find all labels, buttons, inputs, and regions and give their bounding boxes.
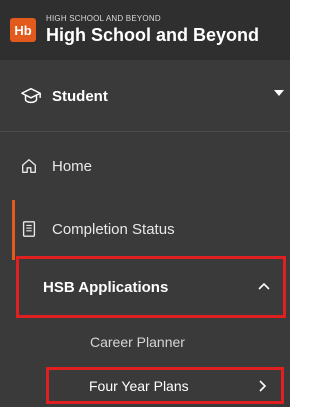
nav-item-completion-status[interactable]: Completion Status [0,205,290,253]
nav-label-career-planner: Career Planner [90,334,185,350]
role-label: Student [52,87,108,105]
home-icon [22,159,36,173]
sidebar: Hb HIGH SCHOOL AND BEYOND High School an… [0,0,290,407]
nav-label-home: Home [52,157,93,175]
app-header: Hb HIGH SCHOOL AND BEYOND High School an… [0,0,290,60]
nav-label-hsb-applications: HSB Applications [43,278,169,296]
chevron-up-icon [258,282,270,290]
brand-text: HIGH SCHOOL AND BEYOND High School and B… [46,14,259,46]
logo-text: Hb [14,22,32,38]
document-icon [22,221,36,237]
nav-item-home[interactable]: Home [0,144,290,188]
nav-label-completion-status: Completion Status [52,220,175,238]
nav-subitem-four-year-plans[interactable]: Four Year Plans [46,367,284,404]
caret-down-icon [274,90,284,96]
nav-subitem-career-planner[interactable]: Career Planner [0,324,290,360]
nav-item-hsb-applications[interactable]: HSB Applications [16,256,286,318]
divider [0,131,290,132]
nav-label-four-year-plans: Four Year Plans [89,377,189,394]
role-selector[interactable]: Student [0,66,290,126]
brand-large-title: High School and Beyond [46,25,260,45]
chevron-right-icon [259,380,267,392]
graduation-cap-icon [21,87,41,104]
hb-logo[interactable]: Hb [10,18,36,42]
brand-small-title: HIGH SCHOOL AND BEYOND [46,14,161,23]
